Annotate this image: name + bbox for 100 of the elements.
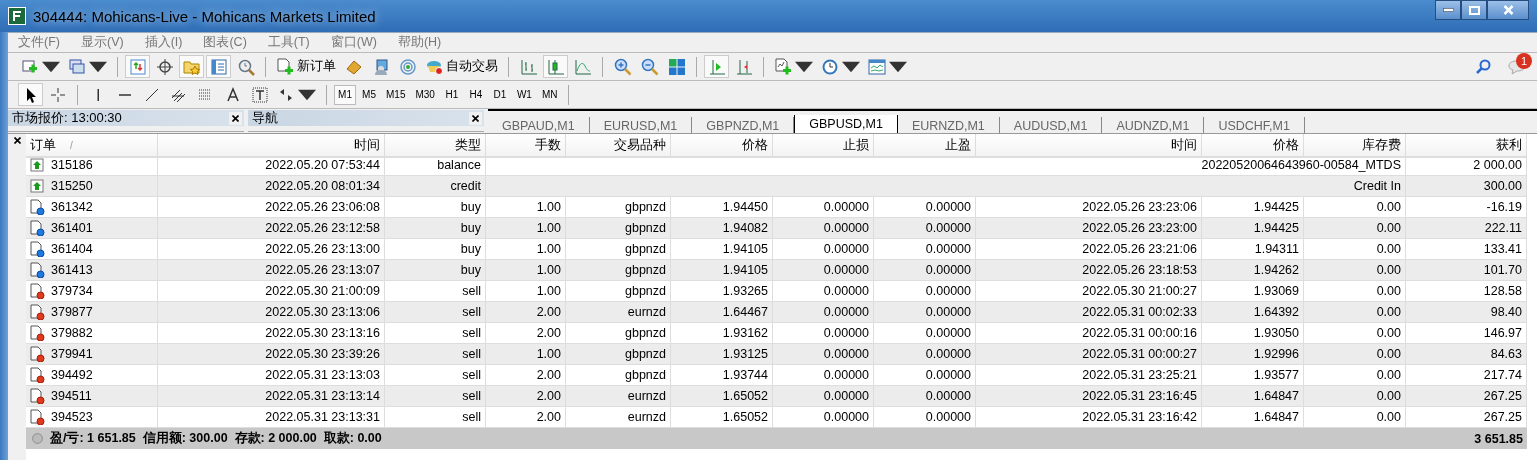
table-cell: 0.00000 — [874, 260, 976, 281]
menu-item[interactable]: 插入(I) — [144, 34, 194, 51]
table-cell: 0.00000 — [773, 218, 874, 239]
column-header-label: 订单 — [30, 136, 56, 154]
order-number: 361401 — [51, 221, 93, 235]
table-cell: 1.64847 — [1202, 386, 1304, 407]
order-number: 361413 — [51, 263, 93, 277]
timeframe-button[interactable]: D1 — [488, 84, 511, 105]
windows-icon — [68, 57, 86, 76]
list-window-button[interactable] — [206, 55, 231, 78]
column-header[interactable]: 止盈 — [874, 134, 976, 158]
toolbar-button[interactable]: 自动交易 — [422, 55, 501, 78]
timeframe-button[interactable]: M15 — [382, 84, 410, 105]
search-icon[interactable] — [1475, 58, 1491, 75]
chart-tab[interactable]: GBPUSD,M1 — [794, 115, 898, 135]
close-button[interactable] — [229, 111, 242, 125]
bar-chart-icon — [519, 57, 538, 76]
folder-star-button[interactable] — [179, 55, 204, 78]
vertical-line-icon — [96, 88, 99, 101]
menu-item[interactable]: 图表(C) — [203, 34, 258, 51]
timeframe-button[interactable]: M1 — [334, 84, 356, 105]
table-cell: 2022.05.30 23:39:26 — [158, 344, 385, 365]
table-cell: 0.00000 — [773, 260, 874, 281]
timeframe-button[interactable]: M30 — [411, 84, 439, 105]
table-cell: 1.93125 — [671, 344, 773, 365]
table-cell: sell — [385, 344, 486, 365]
column-header[interactable]: 类型 — [385, 134, 486, 158]
cursor-button[interactable] — [18, 83, 43, 106]
table-cell: 2022.05.31 23:16:45 — [976, 386, 1202, 407]
menu-item[interactable]: 显示(V) — [80, 34, 135, 51]
table-cell: 1.94425 — [1202, 218, 1304, 239]
column-header[interactable]: 止损 — [773, 134, 874, 158]
close-button[interactable] — [1487, 0, 1529, 20]
timeframe-button[interactable]: MN — [537, 84, 562, 105]
maximize-icon — [1468, 5, 1480, 15]
line-chart-icon — [573, 57, 592, 76]
minimize-button[interactable] — [1435, 0, 1461, 20]
table-cell: 267.25 — [1406, 386, 1527, 407]
table-cell: 2022.05.31 00:00:27 — [976, 344, 1202, 365]
timeframe-button[interactable]: M5 — [358, 84, 380, 105]
sort-indicator: / — [70, 139, 73, 151]
toolbar-button[interactable]: 新订单 — [273, 55, 339, 78]
table-cell: 1.00 — [486, 344, 566, 365]
order-number: 379941 — [51, 347, 93, 361]
menu-item[interactable]: 帮助(H) — [397, 34, 453, 51]
table-cell: credit — [385, 176, 486, 197]
account-summary: 盈/亏: 1 651.85 信用额: 300.00 存款: 2 000.00 取款: 0.00 — [50, 430, 383, 447]
maximize-button[interactable] — [1461, 0, 1487, 20]
table-cell: 1.94262 — [1202, 260, 1304, 281]
column-header[interactable]: 订单 / — [26, 134, 158, 158]
zoom-out-icon — [640, 57, 659, 76]
table-cell: 1.64392 — [1202, 302, 1304, 323]
comment-cell: Credit In — [486, 176, 1406, 197]
table-cell: 98.40 — [1406, 302, 1527, 323]
document-plus-icon — [276, 57, 294, 76]
table-cell: gbpnzd — [566, 260, 671, 281]
table-cell: 1.92996 — [1202, 344, 1304, 365]
table-cell: 1.00 — [486, 260, 566, 281]
table-cell: 2022.05.20 08:01:34 — [158, 176, 385, 197]
crosshair-icon — [155, 57, 174, 76]
table-cell: 2022.05.31 00:02:33 — [976, 302, 1202, 323]
order-number: 315250 — [51, 179, 93, 193]
column-header[interactable]: 获利 — [1406, 134, 1527, 158]
close-icon — [472, 114, 479, 122]
column-header[interactable]: 库存费 — [1304, 134, 1406, 158]
candlestick-button[interactable] — [543, 55, 568, 78]
table-cell: 222.11 — [1406, 218, 1527, 239]
table-cell: 1.65052 — [671, 386, 773, 407]
order-number: 394492 — [51, 368, 93, 382]
window-title: 304444: Mohicans-Live - Mohicans Markets Limited — [33, 7, 377, 25]
order-number: 361342 — [51, 200, 93, 214]
chart-template-icon — [868, 57, 886, 76]
table-cell: 0.00 — [1304, 302, 1406, 323]
table-cell: 0.00000 — [874, 302, 976, 323]
auto-scroll-button[interactable] — [704, 55, 729, 78]
zoom-in-icon — [613, 57, 632, 76]
table-cell: 0.00 — [1304, 260, 1406, 281]
timeframe-button[interactable]: W1 — [512, 84, 536, 105]
order-number: 379877 — [51, 305, 93, 319]
arrows-window-icon — [128, 57, 147, 76]
order-number: 379882 — [51, 326, 93, 340]
column-header[interactable]: 时间 — [976, 134, 1202, 158]
menu-item[interactable]: 工具(T) — [267, 34, 321, 51]
column-header[interactable]: 时间 — [158, 134, 385, 158]
menu-item[interactable]: 窗口(W) — [330, 34, 388, 51]
horizontal-line-icon — [118, 93, 131, 96]
column-header[interactable]: 价格 — [1202, 134, 1304, 158]
table-cell: 1.00 — [486, 218, 566, 239]
new-chart-icon — [21, 57, 39, 76]
timeframe-button[interactable]: H4 — [464, 84, 487, 105]
menu-item[interactable]: 文件(F) — [18, 34, 71, 51]
column-header[interactable]: 交易品种 — [566, 134, 671, 158]
column-header[interactable]: 价格 — [671, 134, 773, 158]
chart-shift-icon — [734, 57, 753, 76]
table-cell: 2.00 — [486, 302, 566, 323]
column-header[interactable]: 手数 — [486, 134, 566, 158]
close-button[interactable] — [469, 111, 482, 125]
table-cell: 2.00 — [486, 386, 566, 407]
timeframe-button[interactable]: H1 — [440, 84, 463, 105]
table-cell: 0.00000 — [773, 344, 874, 365]
